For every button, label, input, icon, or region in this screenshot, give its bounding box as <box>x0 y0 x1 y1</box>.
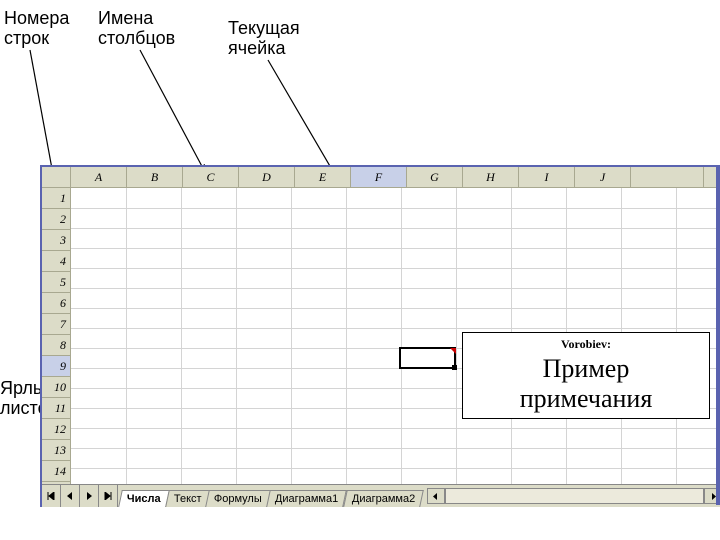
column-header-B[interactable]: B <box>127 167 183 187</box>
column-header-G[interactable]: G <box>407 167 463 187</box>
active-cell[interactable] <box>399 347 456 369</box>
frame-right-edge <box>716 165 720 505</box>
annotation-current-cell: Текущаяячейка <box>228 18 300 58</box>
annotation-row-numbers: Номерастрок <box>4 8 69 48</box>
spreadsheet-window: ABCDEFGHIJ 1234567891011121314 Vorobiev:… <box>40 165 720 507</box>
tab-prev-button[interactable] <box>61 485 80 507</box>
row-header-9[interactable]: 9 <box>42 356 70 377</box>
row-header-13[interactable]: 13 <box>42 440 70 461</box>
row-header-12[interactable]: 12 <box>42 419 70 440</box>
select-all-corner[interactable] <box>42 167 71 187</box>
column-header-C[interactable]: C <box>183 167 239 187</box>
column-header-E[interactable]: E <box>295 167 351 187</box>
sheet-tab-3[interactable]: Диаграмма1 <box>266 490 347 507</box>
row-header-column: 1234567891011121314 <box>42 188 71 484</box>
cell-grid[interactable]: Vorobiev: Примерпримечания <box>71 188 720 484</box>
row-header-4[interactable]: 4 <box>42 251 70 272</box>
row-header-11[interactable]: 11 <box>42 398 70 419</box>
row-header-1[interactable]: 1 <box>42 188 70 209</box>
column-header-D[interactable]: D <box>239 167 295 187</box>
row-header-10[interactable]: 10 <box>42 377 70 398</box>
scroll-track[interactable] <box>445 488 704 504</box>
comment-indicator <box>450 348 456 354</box>
column-header-F[interactable]: F <box>351 167 407 187</box>
row-header-14[interactable]: 14 <box>42 461 70 482</box>
row-header-5[interactable]: 5 <box>42 272 70 293</box>
horizontal-scrollbar[interactable] <box>427 485 720 507</box>
column-header-row: ABCDEFGHIJ <box>42 167 720 188</box>
column-header-I[interactable]: I <box>519 167 575 187</box>
annotation-col-names: Именастолбцов <box>98 8 175 48</box>
tab-first-button[interactable] <box>42 485 61 507</box>
scroll-left-button[interactable] <box>427 488 445 504</box>
sheet-tab-1[interactable]: Текст <box>165 490 210 507</box>
tab-next-button[interactable] <box>80 485 99 507</box>
comment-body: Примерпримечания <box>471 354 701 414</box>
cell-comment: Vorobiev: Примерпримечания <box>462 332 710 419</box>
column-header-J[interactable]: J <box>575 167 631 187</box>
comment-author: Vorobiev: <box>471 337 701 352</box>
sheet-tab-0[interactable]: Числа <box>118 490 169 507</box>
sheet-tab-bar: ЧислаТекстФормулыДиаграмма1Диаграмма2 <box>42 484 720 507</box>
sheet-tab-4[interactable]: Диаграмма2 <box>343 490 424 507</box>
column-header-H[interactable]: H <box>463 167 519 187</box>
row-header-6[interactable]: 6 <box>42 293 70 314</box>
sheet-tab-2[interactable]: Формулы <box>206 490 271 507</box>
row-header-8[interactable]: 8 <box>42 335 70 356</box>
tab-last-button[interactable] <box>99 485 118 507</box>
row-header-7[interactable]: 7 <box>42 314 70 335</box>
column-header-A[interactable]: A <box>71 167 127 187</box>
tab-nav-buttons <box>42 485 118 507</box>
row-header-2[interactable]: 2 <box>42 209 70 230</box>
row-header-3[interactable]: 3 <box>42 230 70 251</box>
grid-area: 1234567891011121314 Vorobiev:Примерприме… <box>42 188 720 484</box>
